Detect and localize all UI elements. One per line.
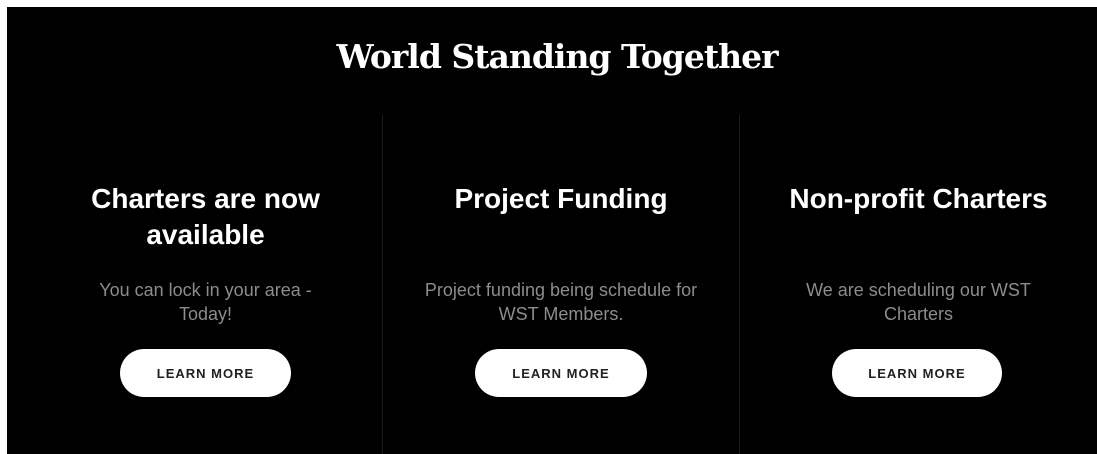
card-description: Project funding being schedule for WST M…	[383, 278, 739, 326]
card-description-text: Project funding being schedule for WST M…	[424, 280, 698, 324]
card-non-profit-charters: Non-profit Charters We are scheduling ou…	[740, 115, 1097, 454]
card-heading: Project Funding	[383, 181, 739, 217]
card-charters: Charters are now available You can lock …	[7, 115, 404, 454]
card-heading-line: available	[146, 219, 265, 250]
card-project-funding: Project Funding Project funding being sc…	[383, 115, 739, 454]
learn-more-button[interactable]: LEARN MORE	[475, 349, 647, 397]
card-heading-line: Project Funding	[454, 183, 668, 214]
card-heading-line: Charters are now	[91, 183, 320, 214]
feature-section: World Standing Together Charters are now…	[7, 7, 1097, 454]
card-heading: Charters are now available	[7, 181, 404, 253]
card-description: We are scheduling our WST Charters	[740, 278, 1097, 326]
section-title: World Standing Together	[336, 37, 779, 76]
learn-more-button[interactable]: LEARN MORE	[832, 349, 1002, 397]
card-heading: Non-profit Charters	[740, 181, 1097, 217]
card-heading-line: Non-profit Charters	[789, 183, 1048, 214]
card-description: You can lock in your area - Today!	[7, 278, 404, 326]
learn-more-button[interactable]: LEARN MORE	[120, 349, 291, 397]
card-description-text: You can lock in your area - Today!	[99, 280, 312, 324]
card-description-text: We are scheduling our WST Charters	[806, 280, 1031, 324]
